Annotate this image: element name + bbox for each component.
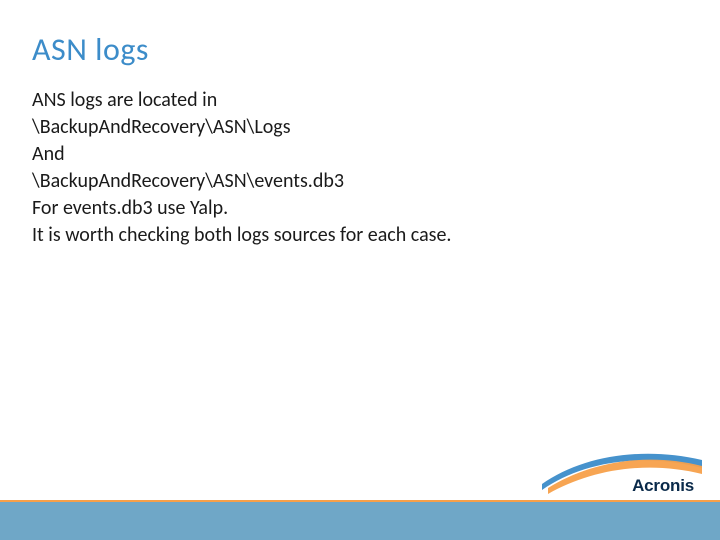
body-line: ANS logs are located in: [32, 87, 680, 114]
slide-body: ANS logs are located in \BackupAndRecove…: [32, 87, 680, 249]
body-line: For events.db3 use Yalp.: [32, 195, 680, 222]
body-line: And: [32, 141, 680, 168]
slide-title: ASN logs: [32, 30, 680, 69]
brand-label: Acronis: [632, 476, 694, 496]
body-line: It is worth checking both logs sources f…: [32, 222, 680, 249]
body-line: \BackupAndRecovery\ASN\Logs: [32, 114, 680, 141]
slide: ASN logs ANS logs are located in \Backup…: [0, 0, 720, 540]
footer-band: [0, 500, 720, 540]
body-line: \BackupAndRecovery\ASN\events.db3: [32, 168, 680, 195]
